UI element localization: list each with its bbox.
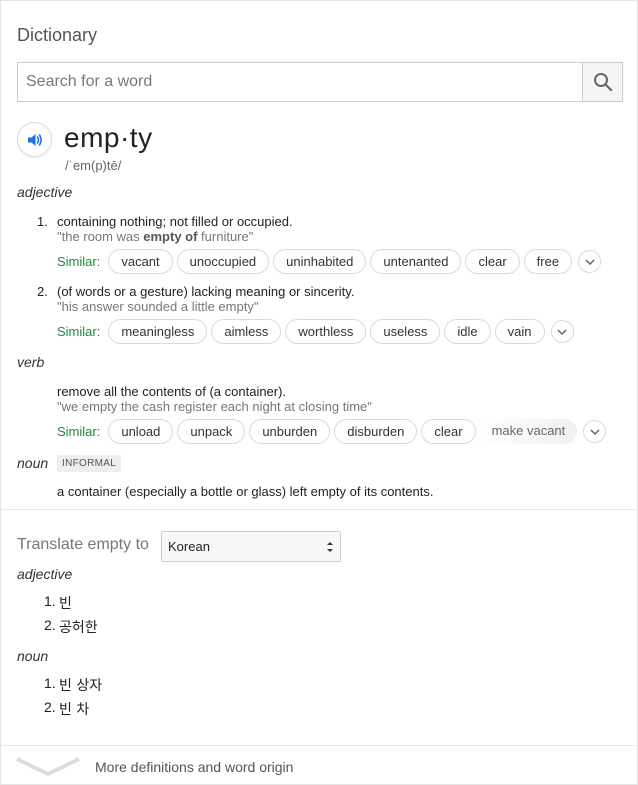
similar-chip[interactable]: unload	[108, 419, 174, 444]
pos-label: adjective	[17, 184, 73, 200]
phonetic: /ˈem(p)tē/	[65, 158, 122, 173]
expand-similar-button[interactable]	[550, 320, 574, 343]
similar-chip[interactable]: meaningless	[108, 319, 208, 344]
definition-example: "the room was empty of furniture"	[57, 229, 254, 244]
chevron-down-icon	[590, 428, 600, 435]
similar-chip[interactable]: free	[523, 249, 573, 274]
similar-chip[interactable]: unpack	[177, 419, 246, 444]
definition-example: "his answer sounded a little empty"	[57, 299, 259, 314]
more-definitions-button[interactable]: More definitions and word origin	[1, 745, 638, 785]
translation-number: 1.	[44, 593, 56, 609]
definition-number: 1.	[37, 214, 48, 229]
pronounce-button[interactable]	[17, 122, 52, 157]
more-definitions-label: More definitions and word origin	[95, 759, 294, 775]
similar-chip[interactable]: worthless	[285, 319, 367, 344]
similar-chip[interactable]: make vacant	[479, 419, 578, 444]
pos-label: verb	[17, 354, 45, 370]
translation-text: 빈	[59, 596, 72, 612]
similar-chip[interactable]: useless	[370, 319, 441, 344]
register-badge: INFORMAL	[57, 455, 122, 472]
expand-similar-button[interactable]	[578, 250, 602, 273]
similar-chip[interactable]: vacant	[108, 249, 173, 274]
dictionary-card: Dictionary emp·ty /ˈem(p)tē/ adjective 1…	[0, 0, 638, 785]
translation-pos-label: adjective	[17, 566, 73, 582]
chevron-down-icon	[557, 328, 567, 335]
definition-text: (of words or a gesture) lacking meaning …	[57, 284, 355, 299]
translation-pos-label: noun	[17, 648, 49, 664]
section-divider	[1, 509, 638, 510]
headword: emp·ty	[64, 122, 153, 153]
speaker-icon	[27, 133, 42, 146]
search-button[interactable]	[582, 63, 622, 101]
similar-chip[interactable]: clear	[421, 419, 476, 444]
similar-label: Similar:	[57, 324, 101, 339]
search-box	[17, 62, 623, 102]
similar-chip[interactable]: unoccupied	[176, 249, 270, 274]
similar-row: Similar: vacant unoccupied uninhabited u…	[57, 249, 602, 274]
similar-chip[interactable]: clear	[465, 249, 520, 274]
language-select[interactable]: Korean	[161, 531, 341, 562]
chevron-down-icon	[16, 757, 80, 777]
similar-chip[interactable]: uninhabited	[273, 249, 367, 274]
similar-row: Similar: unload unpack unburden disburde…	[57, 419, 607, 444]
definition-number: 2.	[37, 284, 48, 299]
language-select-value: Korean	[168, 539, 210, 554]
translation-number: 2.	[44, 617, 56, 633]
definition-text: a container (especially a bottle or glas…	[57, 484, 434, 499]
definition-example: "we empty the cash register each night a…	[57, 399, 372, 414]
similar-chip[interactable]: idle	[444, 319, 491, 344]
similar-chip[interactable]: aimless	[211, 319, 282, 344]
similar-row: Similar: meaningless aimless worthless u…	[57, 319, 574, 344]
similar-chip[interactable]: unburden	[249, 419, 331, 444]
search-input[interactable]	[18, 63, 582, 101]
select-arrows-icon	[327, 542, 333, 552]
similar-chip[interactable]: disburden	[334, 419, 418, 444]
translation-number: 1.	[44, 675, 56, 691]
translation-text: 공허한	[59, 620, 98, 636]
translation-text: 빈 상자	[59, 678, 103, 694]
translate-label: Translate empty to	[17, 536, 149, 553]
translation-number: 2.	[44, 699, 56, 715]
definition-text: containing nothing; not filled or occupi…	[57, 214, 293, 229]
definition-text: remove all the contents of (a container)…	[57, 384, 287, 399]
similar-chip[interactable]: untenanted	[370, 249, 462, 274]
translation-text: 빈 차	[59, 702, 90, 718]
card-title: Dictionary	[17, 25, 98, 45]
magnifier-icon	[593, 73, 612, 92]
similar-label: Similar:	[57, 424, 101, 439]
similar-chip[interactable]: vain	[494, 319, 545, 344]
expand-similar-button[interactable]	[583, 420, 607, 443]
chevron-down-icon	[585, 258, 595, 265]
pos-label: noun	[17, 455, 49, 471]
similar-label: Similar:	[57, 254, 101, 269]
